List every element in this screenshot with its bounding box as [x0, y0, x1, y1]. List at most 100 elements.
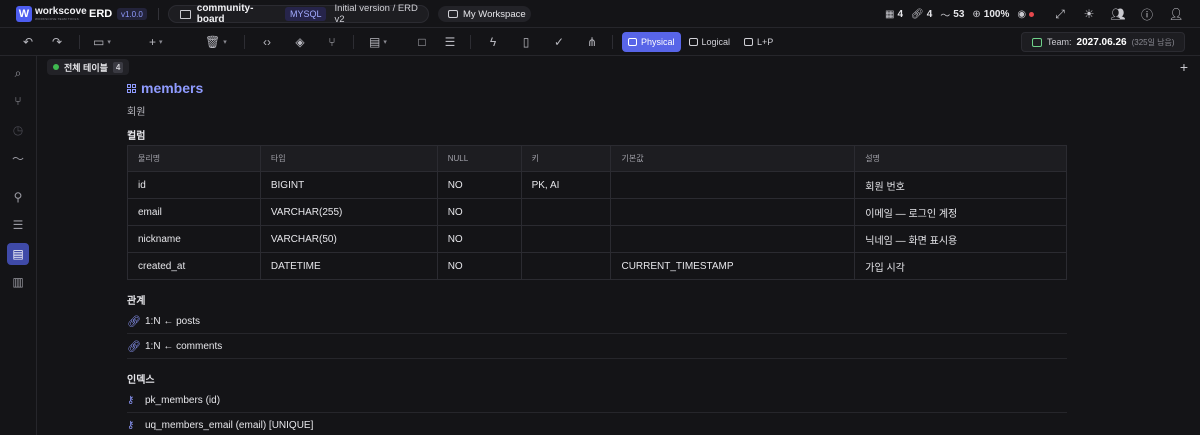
table-name: members: [141, 80, 204, 96]
cell: VARCHAR(255): [259, 198, 438, 226]
cell: [610, 198, 856, 226]
git-branch-icon[interactable]: ⑂: [7, 90, 29, 112]
history-icon[interactable]: ◷: [7, 119, 29, 141]
bar-chart-icon[interactable]: ▥: [7, 271, 29, 293]
workspace-selector[interactable]: My Workspace: [438, 6, 531, 22]
grid-icon: ▦: [885, 9, 895, 20]
key-icon: ⚷: [127, 394, 135, 406]
lightning-icon[interactable]: ϟ: [485, 34, 501, 50]
tab-all-tables[interactable]: 전체 테이블 4: [47, 59, 130, 75]
columns-heading: 컬럼: [127, 131, 146, 142]
col-header: 기본값: [610, 145, 856, 172]
fullscreen-icon[interactable]: ⤢: [1052, 6, 1068, 22]
pulse-icon: 〜: [940, 11, 951, 22]
calendar-icon: [1032, 37, 1042, 47]
relation-item[interactable]: 🔗︎ 1:N ← posts: [127, 309, 1067, 334]
zoom-icon: ⊕: [972, 9, 981, 20]
col-header: 타입: [259, 145, 438, 172]
layers-icon: [744, 38, 754, 46]
col-header: 물리명: [127, 145, 261, 172]
index-item[interactable]: ⚷ uq_members_email (email) [UNIQUE]: [127, 413, 1067, 435]
activity-count: 〜 53: [940, 7, 964, 22]
undo-icon[interactable]: ↶: [20, 34, 36, 50]
cell: [520, 225, 612, 253]
view-logical-button[interactable]: Logical: [683, 32, 737, 52]
document-icon[interactable]: ▤: [7, 243, 29, 265]
relation-label: 1:N ← posts: [145, 315, 201, 327]
table-row[interactable]: email VARCHAR(255) NO 이메일 — 로그인 계정: [127, 198, 1067, 226]
layers-icon[interactable]: ◈: [292, 34, 308, 50]
team-plan-badge[interactable]: Team: 2027.06.26 (325일 남음): [1021, 32, 1185, 52]
delete-menu-button[interactable]: 🗑︎ ▾: [205, 34, 227, 50]
indexes-heading: 인덱스: [127, 375, 155, 386]
link-icon: 🔗︎: [127, 340, 141, 353]
view-physical-label: Physical: [641, 37, 675, 47]
cell: 이메일 — 로그인 계정: [854, 198, 1067, 226]
table-count: ▦ 4: [885, 9, 903, 20]
layout-icon: ▤: [369, 35, 381, 49]
add-tab-button[interactable]: +: [1180, 59, 1188, 75]
toolbar: ↶ ↷ ▭ ▾ + ▾ 🗑︎ ▾ ‹› ◈ ⑂ ▤ ▾ □ ☰ ϟ ▯ ✓ ⋔ Phys…: [0, 28, 1200, 56]
divider: [158, 8, 159, 20]
file-menu-button[interactable]: ▭ ▾: [93, 34, 111, 50]
relation-count-value: 4: [926, 9, 933, 20]
cell: 닉네임 — 화면 표시용: [854, 225, 1067, 253]
zoom-level[interactable]: ⊕ 100%: [972, 9, 1009, 20]
broadcast-icon: ◉: [1017, 9, 1027, 20]
layout-menu-button[interactable]: ▤ ▾: [369, 34, 387, 50]
relations-heading: 관계: [127, 296, 146, 307]
col-header: NULL: [436, 145, 522, 172]
table-description: 회원: [127, 107, 146, 118]
list-icon[interactable]: ☰: [7, 214, 29, 236]
chevron-down-icon: ▾: [107, 39, 111, 46]
view-mode-group: Physical Logical L+P: [622, 32, 779, 52]
folder-icon: ▭: [93, 35, 105, 49]
brand-name: workscove: [35, 6, 87, 17]
table-grid-icon: [127, 83, 136, 93]
col-header: 키: [520, 145, 612, 172]
share-icon[interactable]: ⋔: [584, 34, 600, 50]
relation-count: 🔗︎ 4: [911, 9, 932, 20]
help-icon[interactable]: ⓘ: [1139, 6, 1155, 22]
cell: created_at: [127, 252, 261, 280]
team-label: Team:: [1047, 37, 1072, 47]
profile-icon[interactable]: 👤︎: [1168, 6, 1184, 22]
users-icon[interactable]: 👥︎: [1110, 6, 1126, 22]
code-icon[interactable]: ‹›: [259, 34, 275, 50]
tab-count-badge: 4: [112, 61, 124, 73]
project-selector[interactable]: community-board MYSQL Initial version / …: [168, 3, 429, 25]
branch-icon[interactable]: ⑂: [324, 34, 340, 50]
cell: [520, 198, 612, 226]
view-physical-button[interactable]: Physical: [622, 32, 681, 52]
check-circle-icon[interactable]: ✓: [551, 34, 567, 50]
relation-item[interactable]: 🔗︎ 1:N ← comments: [127, 334, 1067, 359]
divider: [470, 35, 471, 49]
activity-count-value: 53: [953, 9, 965, 20]
activity-icon[interactable]: 〜: [7, 147, 29, 169]
table-row[interactable]: nickname VARCHAR(50) NO 닉네임 — 화면 표시용: [127, 225, 1067, 253]
theme-toggle-icon[interactable]: ☀: [1081, 6, 1097, 22]
db-type-badge: MYSQL: [284, 7, 327, 21]
route-icon[interactable]: ⚲: [7, 186, 29, 208]
table-tab-strip: 전체 테이블 4 +: [37, 56, 1200, 78]
redo-icon[interactable]: ↷: [49, 34, 65, 50]
list-icon[interactable]: ☰: [442, 34, 458, 50]
app-logo[interactable]: W: [16, 6, 32, 22]
view-lp-label: L+P: [757, 37, 774, 47]
brand-subtitle: WORKSCOVE TEAM TOOLS: [35, 17, 79, 21]
view-lp-button[interactable]: L+P: [738, 32, 779, 52]
table-row[interactable]: id BIGINT NO PK, AI 회원 번호: [127, 171, 1067, 199]
book-icon[interactable]: ▯: [518, 34, 534, 50]
link-icon: 🔗︎: [127, 315, 141, 328]
add-menu-button[interactable]: + ▾: [149, 34, 163, 50]
frame-icon[interactable]: □: [414, 34, 430, 50]
cell: NO: [436, 252, 522, 280]
live-status: ◉: [1017, 9, 1035, 20]
cell: nickname: [127, 225, 261, 253]
table-row[interactable]: created_at DATETIME NO CURRENT_TIMESTAMP…: [127, 252, 1067, 280]
left-sidebar: ⌕ ⑂ ◷ 〜 ⚲ ☰ ▤ ▥: [0, 56, 37, 435]
relation-label: 1:N ← comments: [145, 340, 223, 352]
index-item[interactable]: ⚷ pk_members (id): [127, 388, 1067, 413]
version-badge: v1.0.0: [117, 8, 147, 20]
search-icon[interactable]: ⌕: [7, 62, 29, 84]
